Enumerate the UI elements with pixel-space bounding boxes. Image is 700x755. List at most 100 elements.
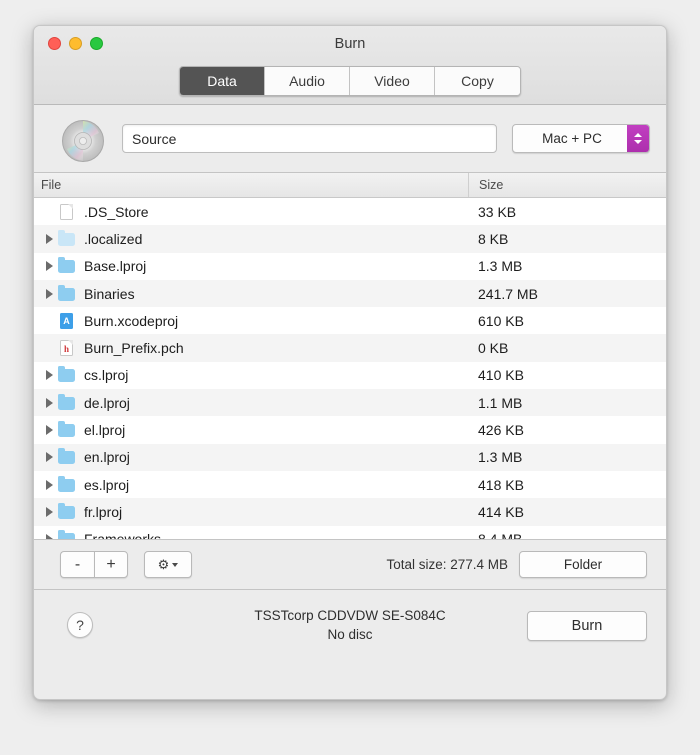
popup-stepper-arrows-icon[interactable] [627, 125, 649, 152]
tab-audio[interactable]: Audio [265, 67, 350, 95]
file-name-cell: .DS_Store [34, 203, 468, 221]
file-size-cell: 0 KB [478, 340, 509, 357]
file-name-cell: en.lproj [34, 448, 468, 466]
file-name-cell: el.lproj [34, 421, 468, 439]
file-name-label: es.lproj [84, 476, 130, 493]
file-size-cell: 33 KB [478, 203, 517, 220]
folder-icon [57, 448, 77, 466]
table-row[interactable]: .DS_Store 33 KB [34, 198, 666, 226]
disc-format-value: Mac + PC [542, 131, 602, 146]
file-size-cell: 241.7 MB [478, 285, 538, 302]
file-name-cell: es.lproj [34, 475, 468, 494]
table-row[interactable]: de.lproj 1.1 MB [34, 389, 666, 417]
table-row[interactable]: es.lproj 418 KB [34, 470, 666, 499]
folder-icon [57, 530, 77, 539]
file-name-cell: .localized [34, 229, 468, 248]
disclosure-triangle-icon[interactable] [41, 370, 57, 381]
file-name-cell: Binaries [34, 284, 468, 303]
compact-disc-icon [62, 120, 104, 162]
tab-video[interactable]: Video [350, 67, 435, 95]
window-title: Burn [334, 36, 366, 52]
file-name-label: Frameworks [84, 531, 162, 540]
table-row[interactable]: Frameworks 8.4 MB [34, 525, 666, 540]
disclosure-triangle-icon[interactable] [41, 233, 57, 244]
file-name-label: Burn.xcodeproj [84, 312, 179, 329]
add-item-button[interactable]: + [94, 551, 128, 578]
disclosure-triangle-icon[interactable] [41, 425, 57, 436]
table-row[interactable]: el.lproj 426 KB [34, 416, 666, 444]
file-name-label: en.lproj [84, 449, 130, 466]
disclosure-triangle-icon[interactable] [41, 261, 57, 272]
disc-format-popup-button[interactable]: Mac + PC [512, 124, 650, 153]
window-titlebar: Burn Data Audio Video Copy [34, 26, 666, 105]
file-size-cell: 610 KB [478, 312, 524, 329]
document-blank-icon [57, 203, 77, 221]
file-size-cell: 1.3 MB [478, 449, 523, 466]
file-name-cell: fr.lproj [34, 502, 468, 521]
folder-icon [57, 366, 77, 384]
file-name-label: Base.lproj [84, 258, 147, 275]
screenshot-root: Burn Data Audio Video Copy Source Mac + … [0, 0, 700, 755]
file-name-label: cs.lproj [84, 367, 129, 384]
folder-button[interactable]: Folder [519, 551, 647, 578]
file-size-cell: 426 KB [478, 422, 524, 439]
chevron-down-icon [172, 562, 179, 567]
window-footer: ? TSSTcorp CDDVDW SE-S084C No disc Burn [34, 590, 666, 668]
file-name-cell: A Burn.xcodeproj [34, 312, 468, 330]
file-size-cell: 8 KB [478, 230, 509, 247]
source-path-input[interactable] [122, 124, 497, 153]
disclosure-triangle-icon[interactable] [41, 397, 57, 408]
file-name-cell: de.lproj [34, 393, 468, 412]
table-row[interactable]: h Burn_Prefix.pch 0 KB [34, 334, 666, 362]
file-name-label: fr.lproj [84, 503, 123, 520]
remove-item-button[interactable]: - [60, 551, 94, 578]
table-row[interactable]: en.lproj 1.3 MB [34, 443, 666, 471]
table-row[interactable]: A Burn.xcodeproj 610 KB [34, 307, 666, 335]
file-name-cell: Frameworks [34, 530, 468, 540]
file-name-cell: Base.lproj [34, 257, 468, 275]
source-toolbar: Mac + PC [34, 105, 666, 173]
file-size-cell: 1.1 MB [478, 394, 523, 411]
folder-icon [57, 475, 77, 494]
table-row[interactable]: Base.lproj 1.3 MB [34, 252, 666, 280]
header-file-icon: h [57, 339, 77, 357]
disclosure-triangle-icon[interactable] [41, 506, 57, 517]
gear-icon: ⚙ [157, 557, 170, 572]
tab-copy[interactable]: Copy [435, 67, 520, 95]
table-row[interactable]: Binaries 241.7 MB [34, 279, 666, 308]
disclosure-triangle-icon[interactable] [41, 479, 57, 490]
folder-icon [57, 393, 77, 412]
tab-data[interactable]: Data [180, 67, 265, 95]
table-row[interactable]: fr.lproj 414 KB [34, 498, 666, 526]
column-header-size[interactable]: Size [468, 173, 666, 197]
list-options-gear-button[interactable]: ⚙ [144, 551, 192, 578]
folder-icon [57, 257, 77, 275]
file-list[interactable]: .DS_Store 33 KB .localized 8 KB Base.lproj 1.… [34, 198, 666, 540]
folder-icon [57, 284, 77, 303]
folder-pale-icon [57, 229, 77, 248]
file-name-label: de.lproj [84, 394, 130, 411]
file-size-cell: 8.4 MB [478, 531, 523, 540]
file-size-cell: 1.3 MB [478, 258, 523, 275]
help-button[interactable]: ? [67, 612, 93, 638]
burn-application-window: Burn Data Audio Video Copy Source Mac + … [33, 25, 667, 700]
disclosure-triangle-icon[interactable] [41, 452, 57, 463]
folder-icon [57, 421, 77, 439]
file-name-cell: h Burn_Prefix.pch [34, 339, 468, 357]
folder-icon [57, 502, 77, 521]
total-size-label: Total size: 277.4 MB [386, 557, 508, 572]
column-header-file[interactable]: File [34, 178, 468, 192]
file-name-label: el.lproj [84, 422, 126, 439]
mode-tab-bar: Data Audio Video Copy [179, 66, 521, 96]
table-row[interactable]: cs.lproj 410 KB [34, 361, 666, 390]
file-size-cell: 414 KB [478, 503, 524, 520]
xcode-project-icon: A [57, 312, 77, 330]
file-size-cell: 418 KB [478, 476, 524, 493]
table-row[interactable]: .localized 8 KB [34, 225, 666, 253]
file-name-label: Burn_Prefix.pch [84, 340, 184, 357]
burn-button[interactable]: Burn [527, 611, 647, 641]
list-action-bar: - + ⚙ Total size: 277.4 MB Folder [34, 540, 666, 590]
file-name-label: Binaries [84, 285, 135, 302]
file-name-label: .DS_Store [84, 203, 149, 220]
disclosure-triangle-icon[interactable] [41, 288, 57, 299]
